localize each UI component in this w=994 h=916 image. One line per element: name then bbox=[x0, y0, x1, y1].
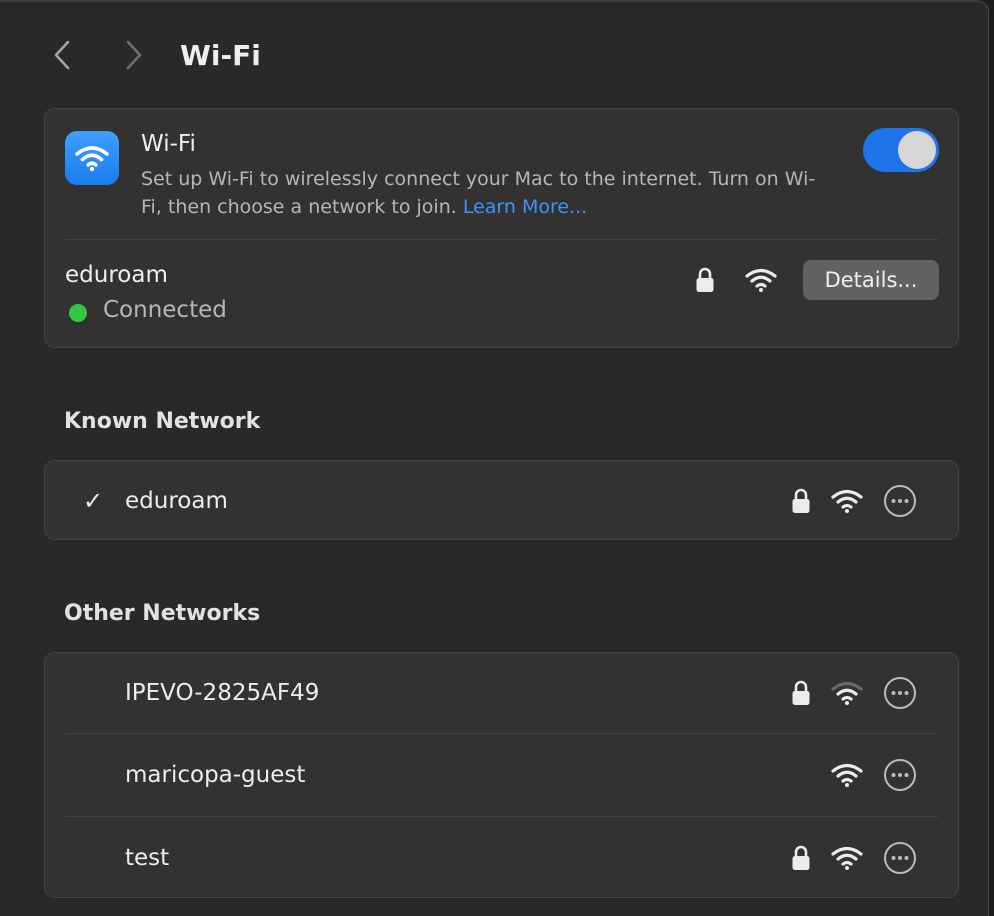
row-divider bbox=[65, 733, 938, 734]
more-options-icon[interactable] bbox=[883, 676, 917, 710]
learn-more-link[interactable]: Learn More... bbox=[463, 196, 587, 218]
connected-status-dot bbox=[69, 304, 87, 322]
toolbar: Wi-Fi bbox=[44, 30, 261, 80]
back-button[interactable] bbox=[44, 35, 80, 75]
page-title: Wi-Fi bbox=[180, 38, 261, 72]
lock-icon bbox=[696, 267, 714, 292]
lock-icon bbox=[792, 488, 810, 513]
wifi-signal-icon bbox=[745, 268, 777, 292]
chevron-right-icon bbox=[126, 40, 142, 70]
list-item[interactable]: ✓ eduroam bbox=[45, 461, 958, 541]
wifi-signal-weak-icon bbox=[831, 681, 863, 705]
more-options-icon[interactable] bbox=[883, 484, 917, 518]
wifi-toggle-knob bbox=[898, 131, 936, 169]
wifi-toggle[interactable] bbox=[863, 128, 939, 172]
list-item[interactable]: test bbox=[45, 818, 958, 898]
network-name: maricopa-guest bbox=[125, 762, 306, 788]
list-item[interactable]: IPEVO-2825AF49 bbox=[45, 653, 958, 733]
lock-icon bbox=[792, 845, 810, 870]
wifi-signal-icon bbox=[831, 489, 863, 513]
list-item[interactable]: maricopa-guest bbox=[45, 735, 958, 815]
checkmark-icon: ✓ bbox=[83, 487, 104, 515]
known-network-list: ✓ eduroam bbox=[44, 460, 959, 540]
network-name: IPEVO-2825AF49 bbox=[125, 680, 320, 706]
wifi-app-icon bbox=[65, 131, 119, 185]
wifi-title: Wi-Fi bbox=[141, 131, 196, 157]
wifi-signal-icon bbox=[831, 846, 863, 870]
wifi-signal-icon bbox=[831, 763, 863, 787]
wifi-card: Wi-Fi Set up Wi-Fi to wirelessly connect… bbox=[44, 108, 959, 348]
other-networks-heading: Other Networks bbox=[64, 601, 261, 626]
divider bbox=[65, 239, 938, 240]
known-network-heading: Known Network bbox=[64, 409, 261, 434]
lock-icon bbox=[792, 680, 810, 705]
more-options-icon[interactable] bbox=[883, 841, 917, 875]
forward-button[interactable] bbox=[116, 35, 152, 75]
network-name: eduroam bbox=[125, 488, 228, 514]
network-name: test bbox=[125, 845, 170, 871]
chevron-left-icon bbox=[54, 40, 70, 70]
more-options-icon[interactable] bbox=[883, 758, 917, 792]
other-networks-list: IPEVO-2825AF49 maricopa-guest test bbox=[44, 652, 959, 898]
details-button[interactable]: Details... bbox=[803, 260, 939, 300]
connection-status: Connected bbox=[103, 297, 227, 323]
settings-window: Wi-Fi Wi-Fi Set up Wi-Fi to wirelessly c… bbox=[0, 0, 989, 916]
current-network-name: eduroam bbox=[65, 262, 168, 288]
wifi-description: Set up Wi-Fi to wirelessly connect your … bbox=[141, 165, 831, 221]
row-divider bbox=[65, 816, 938, 817]
